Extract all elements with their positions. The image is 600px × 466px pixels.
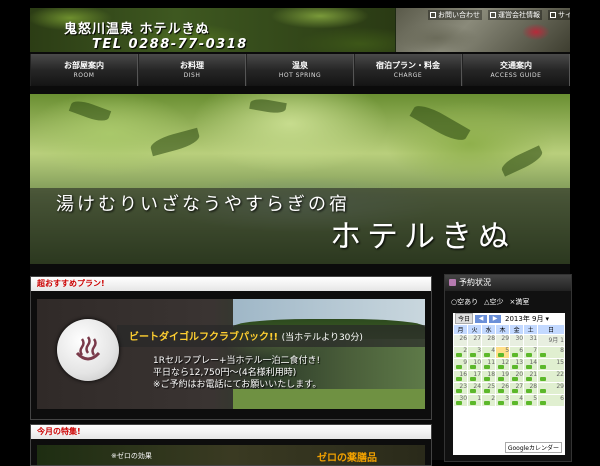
calendar-day[interactable]: 21 xyxy=(523,370,539,383)
calendar-day[interactable]: 12 xyxy=(495,358,511,371)
calendar-day[interactable]: 8 xyxy=(537,346,565,359)
calendar-day[interactable]: 23 xyxy=(452,382,469,395)
calendar-day[interactable]: 4 xyxy=(481,346,497,359)
calendar-day[interactable]: 4 xyxy=(509,394,525,407)
monthly-feature-heading: 今月の特集! xyxy=(31,425,431,439)
calendar-day[interactable]: 29 xyxy=(537,382,565,395)
link-bullet-icon xyxy=(430,12,436,18)
nav-item-dish[interactable]: お料理 DISH xyxy=(138,54,246,86)
calendar-day[interactable]: 9月 1 xyxy=(537,334,565,347)
leaf-shape xyxy=(409,100,471,146)
calendar-day[interactable]: 19 xyxy=(495,370,511,383)
leaf-shape xyxy=(499,145,545,177)
recommended-plan-box: 超おすすめプラン! ビートダイゴルフクラブパック!! (当ホテルより30分) 1… xyxy=(30,276,432,420)
calendar-next-icon[interactable]: ▶ xyxy=(489,314,502,323)
calendar-day[interactable]: 2 xyxy=(481,394,497,407)
top-link-sitemap[interactable]: サイトマップ xyxy=(548,10,570,20)
top-link-company[interactable]: 運営会社情報 xyxy=(488,10,542,20)
calendar-grid: 月 火 水 木 金 土 日 26 27 28 29 30 31 9月 1 2 3… xyxy=(452,324,565,407)
google-calendar-button[interactable]: Googleカレンダー xyxy=(504,442,562,453)
link-bullet-icon xyxy=(550,12,556,18)
calendar-day[interactable]: 7 xyxy=(523,346,539,359)
calendar-day[interactable]: 18 xyxy=(481,370,497,383)
calendar-day[interactable]: 27 xyxy=(509,382,525,395)
calendar-weekday-row: 月 火 水 木 金 土 日 xyxy=(452,324,565,335)
hero-banner: 湯けむりいざなうやすらぎの宿 ホテルきぬ xyxy=(30,94,570,264)
calendar-day[interactable]: 5 xyxy=(523,394,539,407)
calendar-week-row: 16 17 18 19 20 21 22 xyxy=(452,370,565,383)
link-bullet-icon xyxy=(490,12,496,18)
calendar-day[interactable]: 13 xyxy=(509,358,525,371)
hero-catchphrase: 湯けむりいざなうやすらぎの宿 xyxy=(56,194,350,215)
calendar-day[interactable]: 10 xyxy=(467,358,483,371)
calendar-month: 2013年 9月 xyxy=(505,314,544,323)
golf-plan-banner[interactable]: ビートダイゴルフクラブパック!! (当ホテルより30分) 1Rセルフプレー+当ホ… xyxy=(37,299,425,409)
calendar-week-row: 2 3 4 5 6 7 8 xyxy=(452,346,565,359)
page: 鬼怒川温泉 ホテルきぬ TEL 0288-77-0318 お問い合わせ 運営会社… xyxy=(0,0,600,466)
nav-item-access[interactable]: 交通案内 ACCESS GUIDE xyxy=(462,54,570,86)
plan-title: ビートダイゴルフクラブパック!! (当ホテルより30分) xyxy=(129,332,363,343)
calendar-day[interactable]: 28 xyxy=(523,382,539,395)
hero-brand-name: ホテルきぬ xyxy=(330,219,515,255)
calendar-day[interactable]: 28 xyxy=(481,334,497,347)
calendar-day[interactable]: 11 xyxy=(481,358,497,371)
calendar-day[interactable]: 16 xyxy=(452,370,469,383)
calendar-prev-icon[interactable]: ◀ xyxy=(475,314,488,323)
plan-description: 1Rセルフプレー+当ホテル一泊二食付き! 平日なら12,750円～(4名様利用時… xyxy=(153,356,322,390)
leaf-shape xyxy=(68,97,112,125)
calendar-day-today[interactable]: 5 xyxy=(495,346,511,359)
calendar-day[interactable]: 26 xyxy=(452,334,469,347)
top-link-contact[interactable]: お問い合わせ xyxy=(428,10,482,20)
calendar-today-button[interactable]: 今日 xyxy=(455,313,474,324)
calendar-week-row: 9 10 11 12 13 14 15 xyxy=(452,358,565,371)
leaf-shape xyxy=(249,96,287,116)
calendar-day[interactable]: 24 xyxy=(467,382,483,395)
availability-legend: ○空あり △空少 ×満室 xyxy=(451,298,530,306)
onsen-icon xyxy=(75,336,101,361)
calendar-day[interactable]: 29 xyxy=(495,334,511,347)
calendar-day[interactable]: 3 xyxy=(495,394,511,407)
calendar-toolbar: 今日 ◀ ▶ 2013年 9月 ▾ xyxy=(453,313,565,324)
calendar-day[interactable]: 27 xyxy=(467,334,483,347)
calendar-week-row: 30 1 2 3 4 5 6 xyxy=(452,394,565,407)
global-nav: お部屋案内 ROOM お料理 DISH 温泉 HOT SPRING 宿泊プラン・料金 C… xyxy=(30,54,570,86)
calendar-day[interactable]: 6 xyxy=(509,346,525,359)
calendar-day[interactable]: 2 xyxy=(452,346,469,359)
calendar-day[interactable]: 20 xyxy=(509,370,525,383)
calendar-day[interactable]: 30 xyxy=(452,394,469,407)
calendar-week-row: 23 24 25 26 27 28 29 xyxy=(452,382,565,395)
leaf-shape xyxy=(148,127,202,157)
chevron-down-icon[interactable]: ▾ xyxy=(546,315,550,323)
phone-number: TEL 0288-77-0318 xyxy=(92,37,248,52)
calendar-week-row: 26 27 28 29 30 31 9月 1 xyxy=(452,334,565,347)
nav-item-charge[interactable]: 宿泊プラン・料金 CHARGE xyxy=(354,54,462,86)
nav-item-hot-spring[interactable]: 温泉 HOT SPRING xyxy=(246,54,354,86)
recommended-plan-heading: 超おすすめプラン! xyxy=(31,277,431,291)
calendar-day[interactable]: 6 xyxy=(537,394,565,407)
hotel-name[interactable]: 鬼怒川温泉 ホテルきぬ xyxy=(64,18,210,37)
feature-banner-strip[interactable]: ※ゼロの効果 ゼロの薬膳品 xyxy=(37,445,425,465)
reservation-sidebar: 予約状況 ○空あり △空少 ×満室 今日 ◀ ▶ 2013年 9月 ▾ 月 火 … xyxy=(444,274,572,462)
calendar-day[interactable]: 15 xyxy=(537,358,565,371)
calendar-day[interactable]: 1 xyxy=(467,394,483,407)
reservation-heading: 予約状況 xyxy=(445,275,571,291)
calendar-day[interactable]: 31 xyxy=(523,334,539,347)
top-links: お問い合わせ 運営会社情報 サイトマップ xyxy=(428,10,570,20)
calendar-icon xyxy=(449,279,456,286)
calendar-day[interactable]: 9 xyxy=(452,358,469,371)
calendar-day[interactable]: 25 xyxy=(481,382,497,395)
banner-grass xyxy=(233,389,425,409)
calendar-day[interactable]: 30 xyxy=(509,334,525,347)
availability-calendar: 今日 ◀ ▶ 2013年 9月 ▾ 月 火 水 木 金 土 日 26 27 28… xyxy=(452,313,565,455)
calendar-day[interactable]: 3 xyxy=(467,346,483,359)
calendar-day[interactable]: 14 xyxy=(523,358,539,371)
nav-item-room[interactable]: お部屋案内 ROOM xyxy=(30,54,138,86)
calendar-day[interactable]: 22 xyxy=(537,370,565,383)
calendar-day[interactable]: 17 xyxy=(467,370,483,383)
site-header: 鬼怒川温泉 ホテルきぬ TEL 0288-77-0318 お問い合わせ 運営会社… xyxy=(30,8,570,52)
calendar-day[interactable]: 26 xyxy=(495,382,511,395)
